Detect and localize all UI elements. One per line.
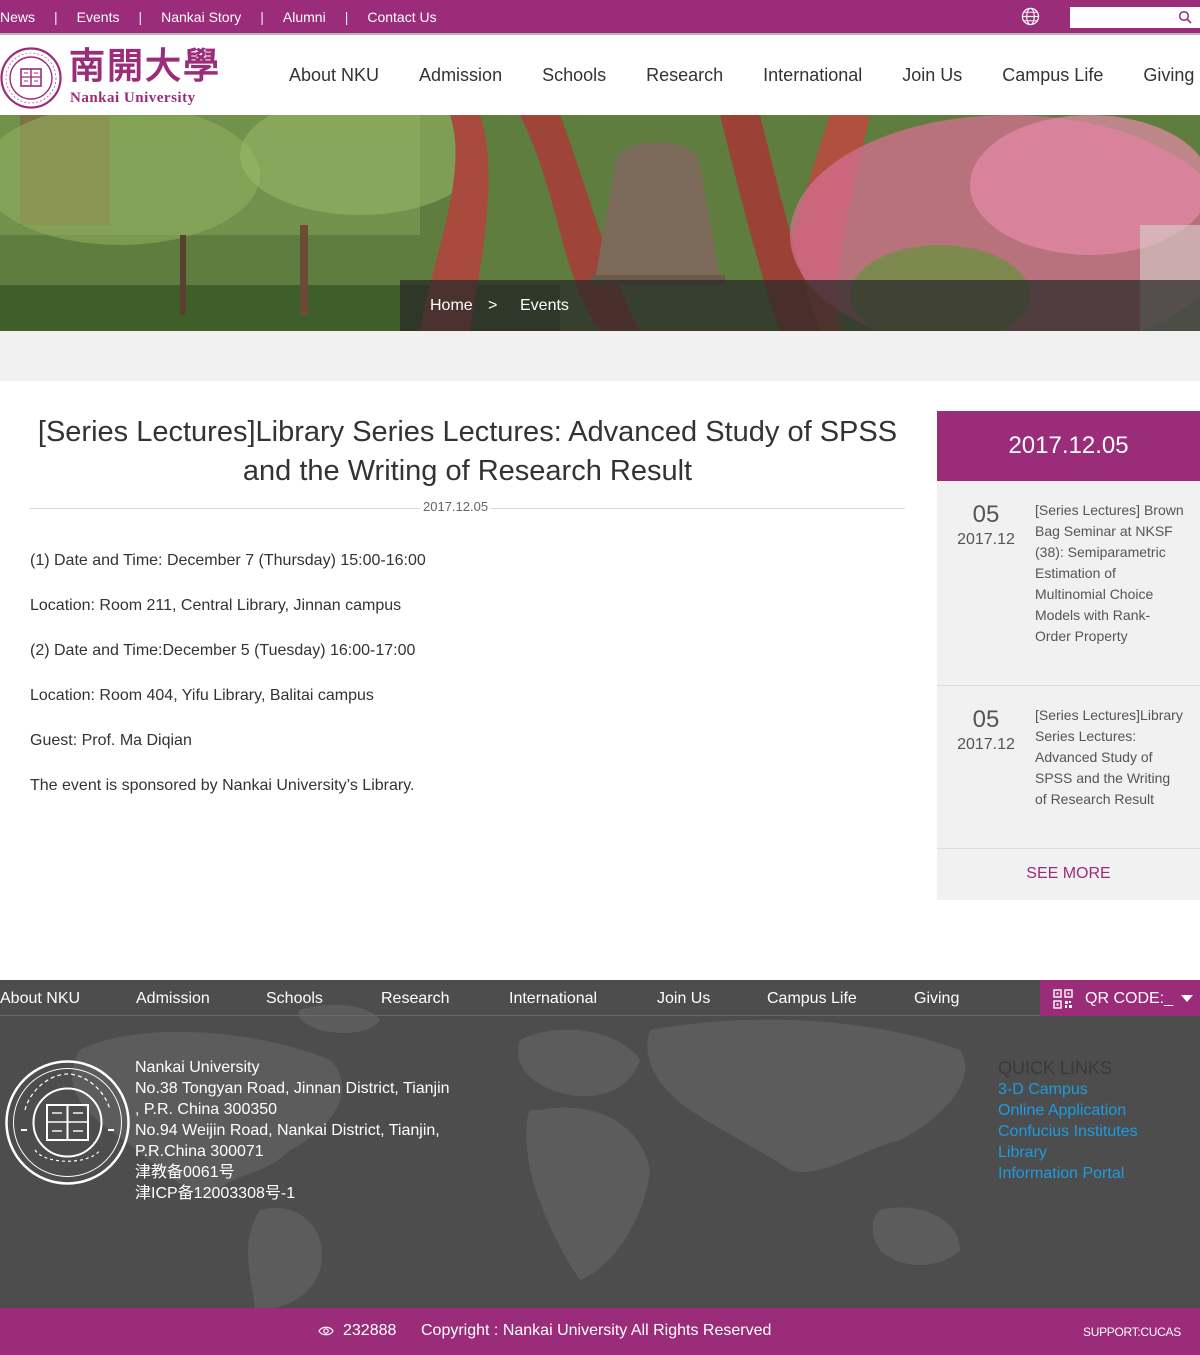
article-paragraph: Location: Room 211, Central Library, Jin… (30, 597, 402, 614)
event-day: 05 (972, 501, 1000, 528)
site-footer: About NKU Admission Schools Research Int… (0, 980, 1200, 1308)
main-nav-giving[interactable]: Giving (1143, 65, 1194, 86)
article-body: (1) Date and Time: December 7 (Thursday)… (30, 549, 905, 819)
sidebar-date-header: 2017.12.05 (937, 411, 1200, 481)
article-title: [Series Lectures]Library Series Lectures… (37, 416, 898, 487)
qr-code-icon (1053, 989, 1073, 1009)
visit-counter: 232888 (343, 1322, 397, 1339)
quick-links: 3-D Campus Online Application Confucius … (998, 1079, 1138, 1184)
gray-band (0, 331, 1200, 381)
quick-link-library[interactable]: Library (998, 1142, 1138, 1163)
address-line: Nankai University (135, 1059, 260, 1076)
footer-nav-international[interactable]: International (509, 990, 597, 1008)
main-nav-international[interactable]: International (763, 65, 862, 86)
footer-university-seal (5, 1060, 130, 1185)
sidebar-event-list: 05 2017.12 [Series Lectures] Brown Bag S… (937, 481, 1200, 900)
address-line: 津ICP备12003308号-1 (135, 1185, 296, 1202)
top-nav-news[interactable]: News (0, 9, 35, 25)
article-paragraph: (2) Date and Time:December 5 (Tuesday) 1… (30, 642, 416, 659)
breadcrumb-events[interactable]: Events (520, 297, 569, 315)
top-nav-contact-us[interactable]: Contact Us (367, 9, 436, 25)
article-paragraph: Location: Room 404, Yifu Library, Balita… (30, 687, 374, 704)
logo-chinese-name: 南開大學 (69, 45, 222, 87)
footer-nav-admission[interactable]: Admission (136, 990, 210, 1008)
top-bar: News | Events | Nankai Story | Alumni | … (0, 0, 1200, 35)
search-icon[interactable] (1178, 10, 1192, 24)
top-nav-events[interactable]: Events (77, 9, 120, 25)
top-nav: News | Events | Nankai Story | Alumni | … (0, 0, 437, 33)
article-paragraph: Guest: Prof. Ma Diqian (30, 732, 192, 749)
top-nav-separator: | (260, 8, 264, 25)
see-more-link[interactable]: SEE MORE (937, 865, 1200, 883)
article-paragraph: (1) Date and Time: December 7 (Thursday)… (30, 552, 426, 569)
globe-icon[interactable] (1021, 7, 1040, 26)
qr-code-label: QR CODE:_ (1085, 990, 1174, 1007)
footer-nav: About NKU Admission Schools Research Int… (0, 980, 1200, 1016)
quick-link-confucius-institutes[interactable]: Confucius Institutes (998, 1121, 1138, 1142)
footer-nav-giving[interactable]: Giving (914, 990, 959, 1008)
logo-english-name: Nankai University (70, 90, 196, 106)
main-nav-campus-life[interactable]: Campus Life (1002, 65, 1103, 86)
footer-nav-research[interactable]: Research (381, 990, 449, 1008)
address-line: , P.R. China 300350 (135, 1101, 278, 1118)
site-header: 南開大學 Nankai University About NKU Admissi… (0, 35, 1200, 115)
address-line: No.38 Tongyan Road, Jinnan District, Tia… (135, 1080, 450, 1097)
address-line: No.94 Weijin Road, Nankai District, Tian… (135, 1122, 440, 1139)
top-nav-separator: | (138, 8, 143, 25)
search-box (1070, 7, 1200, 28)
footer-nav-schools[interactable]: Schools (266, 990, 323, 1008)
bottom-bar: 232888 Copyright : Nankai University All… (0, 1308, 1200, 1355)
event-year-month: 2017.12 (957, 531, 1015, 548)
event-title-link[interactable]: [Series Lectures]Library Series Lectures… (1035, 705, 1185, 810)
breadcrumb-separator: > (488, 297, 498, 314)
top-nav-nankai-story[interactable]: Nankai Story (161, 9, 241, 25)
breadcrumb-home[interactable]: Home (430, 297, 473, 315)
quick-link-3d-campus[interactable]: 3-D Campus (998, 1079, 1138, 1100)
footer-nav-join-us[interactable]: Join Us (657, 990, 710, 1008)
chevron-down-icon (1181, 995, 1193, 1002)
qr-code-dropdown[interactable]: QR CODE:_ (1040, 980, 1200, 1016)
main-nav-about-nku[interactable]: About NKU (289, 65, 379, 86)
top-nav-separator: | (344, 8, 349, 25)
main-nav: About NKU Admission Schools Research Int… (289, 35, 1200, 115)
article-paragraph: The event is sponsored by Nankai Univers… (30, 777, 415, 794)
event-year-month: 2017.12 (957, 736, 1015, 753)
footer-address: Nankai University No.38 Tongyan Road, Ji… (135, 1057, 455, 1204)
footer-nav-about-nku[interactable]: About NKU (0, 990, 80, 1008)
quick-link-information-portal[interactable]: Information Portal (998, 1163, 1138, 1184)
main-nav-admission[interactable]: Admission (419, 65, 502, 86)
main-nav-research[interactable]: Research (646, 65, 723, 86)
copyright-text: Copyright : Nankai University All Rights… (421, 1322, 772, 1339)
main-nav-schools[interactable]: Schools (542, 65, 606, 86)
article-date: 2017.12.05 (420, 499, 492, 514)
address-line: P.R.China 300071 (135, 1143, 264, 1160)
event-title-link[interactable]: [Series Lectures] Brown Bag Seminar at N… (1035, 500, 1185, 647)
footer-nav-campus-life[interactable]: Campus Life (767, 990, 857, 1008)
search-input[interactable] (1070, 7, 1170, 28)
hero-banner: Home > Events (0, 115, 1200, 331)
quick-links-title: QUICK LINKS (998, 1058, 1113, 1078)
top-nav-alumni[interactable]: Alumni (283, 9, 326, 25)
support-credit: SUPPORT:CUCAS (1083, 1325, 1181, 1339)
sidebar-event-item[interactable]: 05 2017.12 [Series Lectures] Brown Bag S… (937, 481, 1200, 686)
quick-link-online-application[interactable]: Online Application (998, 1100, 1138, 1121)
top-nav-separator: | (54, 8, 58, 25)
main-nav-join-us[interactable]: Join Us (902, 65, 962, 86)
university-seal-logo[interactable] (0, 47, 62, 109)
sidebar-event-item[interactable]: 05 2017.12 [Series Lectures]Library Seri… (937, 686, 1200, 849)
address-line: 津教备0061号 (135, 1164, 235, 1181)
eye-icon (318, 1326, 334, 1336)
event-day: 05 (972, 706, 1000, 733)
breadcrumb: Home > Events (400, 280, 1200, 331)
